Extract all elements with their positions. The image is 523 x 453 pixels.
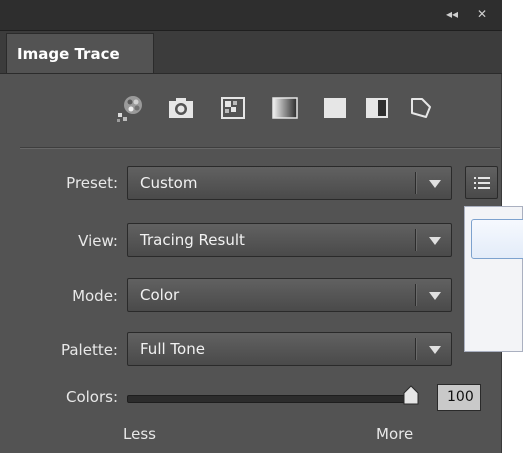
palette-value: Full Tone: [140, 340, 205, 358]
colors-slider-track[interactable]: [127, 395, 417, 403]
colors-value-field[interactable]: 100: [437, 384, 481, 411]
preset-label: Preset:: [66, 174, 118, 192]
mode-label: Mode:: [72, 287, 118, 305]
palette-dropdown[interactable]: Full Tone: [127, 332, 452, 366]
low-color-icon[interactable]: [216, 91, 250, 125]
chevron-down-icon: [429, 237, 441, 245]
panel-titlebar: ◂◂ ✕: [0, 0, 502, 31]
manage-presets-button[interactable]: [465, 166, 498, 199]
preset-dropdown[interactable]: Custom: [127, 166, 452, 200]
preset-menu-item[interactable]: [471, 219, 523, 259]
panel-tab-strip: Image Trace: [0, 31, 502, 74]
view-dropdown[interactable]: Tracing Result: [127, 223, 452, 257]
view-label: View:: [78, 232, 118, 250]
tab-image-trace[interactable]: Image Trace: [6, 33, 154, 73]
colors-label: Colors:: [65, 388, 118, 406]
grayscale-icon[interactable]: [268, 91, 302, 125]
dropdown-separator: [415, 229, 417, 251]
slider-min-label: Less: [123, 425, 156, 443]
chevron-down-icon: [429, 346, 441, 354]
collapse-icon[interactable]: ◂◂: [446, 7, 458, 21]
section-divider: [20, 147, 500, 149]
dropdown-separator: [415, 284, 417, 306]
view-value: Tracing Result: [140, 231, 245, 249]
dropdown-separator: [415, 172, 417, 194]
preset-menu-popup: [464, 206, 523, 352]
mode-value: Color: [140, 286, 180, 304]
close-icon[interactable]: ✕: [477, 7, 487, 21]
palette-label: Palette:: [60, 341, 118, 359]
chevron-down-icon: [429, 292, 441, 300]
dropdown-separator: [415, 338, 417, 360]
mode-dropdown[interactable]: Color: [127, 278, 452, 312]
outline-icon[interactable]: [404, 91, 438, 125]
list-icon: [473, 176, 490, 189]
preset-icon-toolbar: [0, 85, 502, 133]
slider-max-label: More: [376, 425, 414, 443]
auto-color-icon[interactable]: [114, 91, 148, 125]
high-color-photo-icon[interactable]: [164, 91, 198, 125]
chevron-down-icon: [429, 180, 441, 188]
colors-slider-thumb[interactable]: [402, 384, 420, 410]
black-and-white-icon[interactable]: [318, 91, 352, 125]
preset-value: Custom: [140, 174, 198, 192]
half-tone-icon[interactable]: [360, 91, 394, 125]
image-trace-panel: ◂◂ ✕ Image Trace Preset: Custom View: Tr…: [0, 0, 502, 453]
